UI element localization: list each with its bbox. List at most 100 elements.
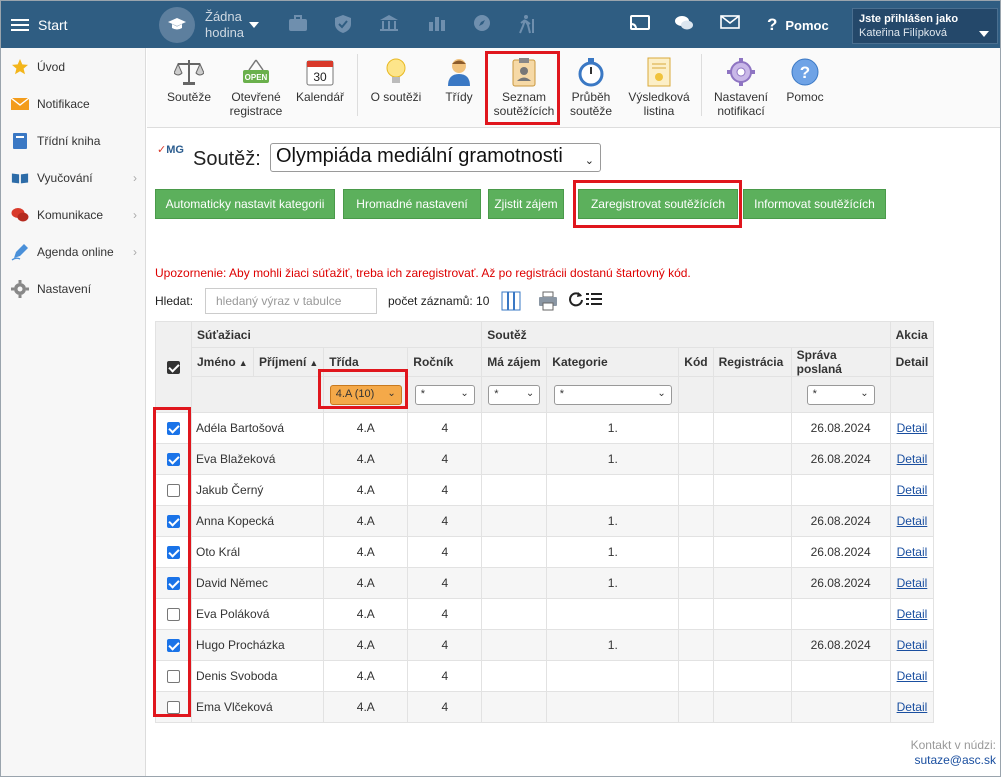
- check-interest-button[interactable]: Zjistit zájem: [488, 189, 564, 219]
- shield-icon[interactable]: [334, 14, 352, 34]
- detail-cell: Detail: [889, 629, 935, 661]
- student-interest: [481, 691, 548, 723]
- mail-icon[interactable]: [720, 14, 740, 30]
- search-input[interactable]: hledaný výraz v tabulce: [205, 288, 377, 314]
- lesson-label: Žádna hodina: [205, 9, 245, 40]
- sent-filter-select[interactable]: * ⌄: [806, 384, 875, 405]
- detail-link[interactable]: Detail: [897, 576, 928, 590]
- col-registration-header[interactable]: Registrácia: [712, 347, 792, 377]
- detail-link[interactable]: Detail: [897, 545, 928, 559]
- detail-link[interactable]: Detail: [897, 669, 928, 683]
- briefcase-icon[interactable]: [288, 14, 308, 32]
- inform-contestants-button[interactable]: Informovat soutěžících: [743, 189, 886, 219]
- student-code: [678, 598, 714, 630]
- col-code-header[interactable]: Kód: [678, 347, 714, 377]
- col-sent-header[interactable]: Správa poslaná: [790, 347, 891, 377]
- bulk-settings-button[interactable]: Hromadné nastavení: [343, 189, 481, 219]
- detail-cell: Detail: [889, 443, 935, 475]
- sidebar-item-label: Notifikace: [37, 96, 90, 111]
- category-filter-select[interactable]: * ⌄: [553, 384, 672, 405]
- toolbar-prubeh-souteze-button[interactable]: Průběh soutěže: [565, 56, 617, 118]
- student-category: [546, 474, 680, 506]
- detail-link[interactable]: Detail: [897, 514, 928, 528]
- detail-cell: Detail: [889, 567, 935, 599]
- sidebar-item-agenda-online[interactable]: Agenda online ›: [1, 233, 145, 270]
- sidebar-item-uvod[interactable]: Úvod: [1, 48, 145, 85]
- sidebar-item-vyucovani[interactable]: Vyučování ›: [1, 159, 145, 196]
- compass-icon[interactable]: [473, 14, 491, 32]
- student-name: Jakub Černý: [190, 474, 325, 506]
- col-grade-header[interactable]: Ročník: [407, 347, 483, 377]
- help-button[interactable]: ? Pomoc: [767, 15, 829, 35]
- select-all-checkbox[interactable]: [167, 361, 180, 375]
- toolbar-souteze-button[interactable]: Soutěže: [163, 56, 215, 104]
- sidebar-item-label: Vyučování: [37, 170, 93, 185]
- student-registration: [712, 660, 792, 692]
- list-icon[interactable]: [586, 292, 602, 306]
- toolbar-o-soutezi-button[interactable]: O soutěži: [367, 56, 425, 104]
- open-badge-text: OPEN: [245, 73, 268, 82]
- toolbar-tridy-button[interactable]: Třídy: [439, 56, 479, 104]
- toolbar-label: notifikací: [717, 104, 765, 118]
- toolbar-nastaveni-notifikaci-button[interactable]: Nastavení notifikací: [709, 56, 773, 118]
- student-class: 4.A: [323, 598, 409, 630]
- user-menu[interactable]: Jste přihlášen jako Kateřina Filípková: [852, 8, 998, 44]
- detail-link[interactable]: Detail: [897, 638, 928, 652]
- start-label: Start: [38, 16, 68, 33]
- star-icon: [11, 58, 29, 76]
- refresh-icon[interactable]: [568, 291, 584, 307]
- chevron-right-icon: ›: [133, 170, 137, 185]
- detail-link[interactable]: Detail: [897, 483, 928, 497]
- detail-link[interactable]: Detail: [897, 421, 928, 435]
- interest-filter-select[interactable]: * ⌄: [488, 384, 541, 405]
- col-interest-header[interactable]: Má zájem: [481, 347, 548, 377]
- auto-category-button[interactable]: Automaticky nastavit kategorii: [155, 189, 335, 219]
- bar-chart-icon[interactable]: [428, 14, 446, 32]
- student-class: 4.A: [323, 567, 409, 599]
- toolbar-label: Pomoc: [786, 90, 824, 104]
- sidebar-item-notifikace[interactable]: Notifikace: [1, 85, 145, 122]
- lesson-selector[interactable]: Žádna hodina: [159, 7, 259, 43]
- student-grade: 4: [407, 412, 483, 444]
- start-menu-button[interactable]: Start: [1, 1, 146, 48]
- filter-category-cell: * ⌄: [546, 376, 680, 413]
- student-icon: [439, 56, 479, 88]
- detail-link[interactable]: Detail: [897, 607, 928, 621]
- sidebar-item-tridni-kniha[interactable]: Třídní kniha: [1, 122, 145, 159]
- col-surname-header[interactable]: Příjmení ▲: [252, 347, 325, 377]
- detail-cell: Detail: [889, 660, 935, 692]
- open-sign-icon: OPEN: [225, 56, 287, 88]
- hamburger-icon: [11, 16, 29, 34]
- bank-icon[interactable]: [379, 14, 399, 32]
- toolbar-otevrene-registrace-button[interactable]: OPEN Otevřené registrace: [225, 56, 287, 118]
- columns-icon[interactable]: [501, 291, 521, 311]
- toolbar-vysledkova-listina-button[interactable]: Výsledková listina: [623, 56, 695, 118]
- contact-email-link[interactable]: sutaze@asc.sk: [911, 753, 996, 768]
- student-sent: 26.08.2024: [790, 567, 891, 599]
- envelope-icon: [11, 95, 29, 113]
- competition-select[interactable]: Olympiáda mediální gramotnosti ⌄: [270, 143, 601, 172]
- table-row: Oto Král 4.A 4 1. 26.08.2024 Detail: [155, 536, 935, 568]
- student-category: 1.: [546, 505, 680, 537]
- contestants-table: Súťažiaci Soutěž Akcia Jméno ▲ Příjmení ▲ …: [155, 321, 935, 723]
- table-row: Denis Svoboda 4.A 4 Detail: [155, 660, 935, 692]
- detail-link[interactable]: Detail: [897, 700, 928, 714]
- student-category: 1.: [546, 567, 680, 599]
- chevron-down-icon: [979, 31, 989, 37]
- grade-filter-select[interactable]: * ⌄: [414, 384, 475, 405]
- student-interest: [481, 629, 548, 661]
- toolbar-kalendar-button[interactable]: 30 Kalendář: [293, 56, 347, 104]
- toolbar-pomoc-button[interactable]: ? Pomoc: [779, 56, 831, 104]
- hiking-icon[interactable]: [517, 14, 539, 34]
- sidebar-item-komunikace[interactable]: Komunikace ›: [1, 196, 145, 233]
- col-name-header[interactable]: Jméno ▲: [191, 347, 254, 377]
- print-icon[interactable]: [538, 291, 558, 311]
- cast-icon[interactable]: [630, 14, 650, 32]
- chat-bubbles-icon[interactable]: [674, 14, 694, 32]
- col-category-header[interactable]: Kategorie: [546, 347, 680, 377]
- competition-label: Soutěž:: [193, 148, 261, 170]
- sidebar-item-nastaveni[interactable]: Nastavení: [1, 270, 145, 307]
- detail-link[interactable]: Detail: [897, 452, 928, 466]
- lightbulb-icon: [367, 56, 425, 88]
- student-code: [678, 474, 714, 506]
